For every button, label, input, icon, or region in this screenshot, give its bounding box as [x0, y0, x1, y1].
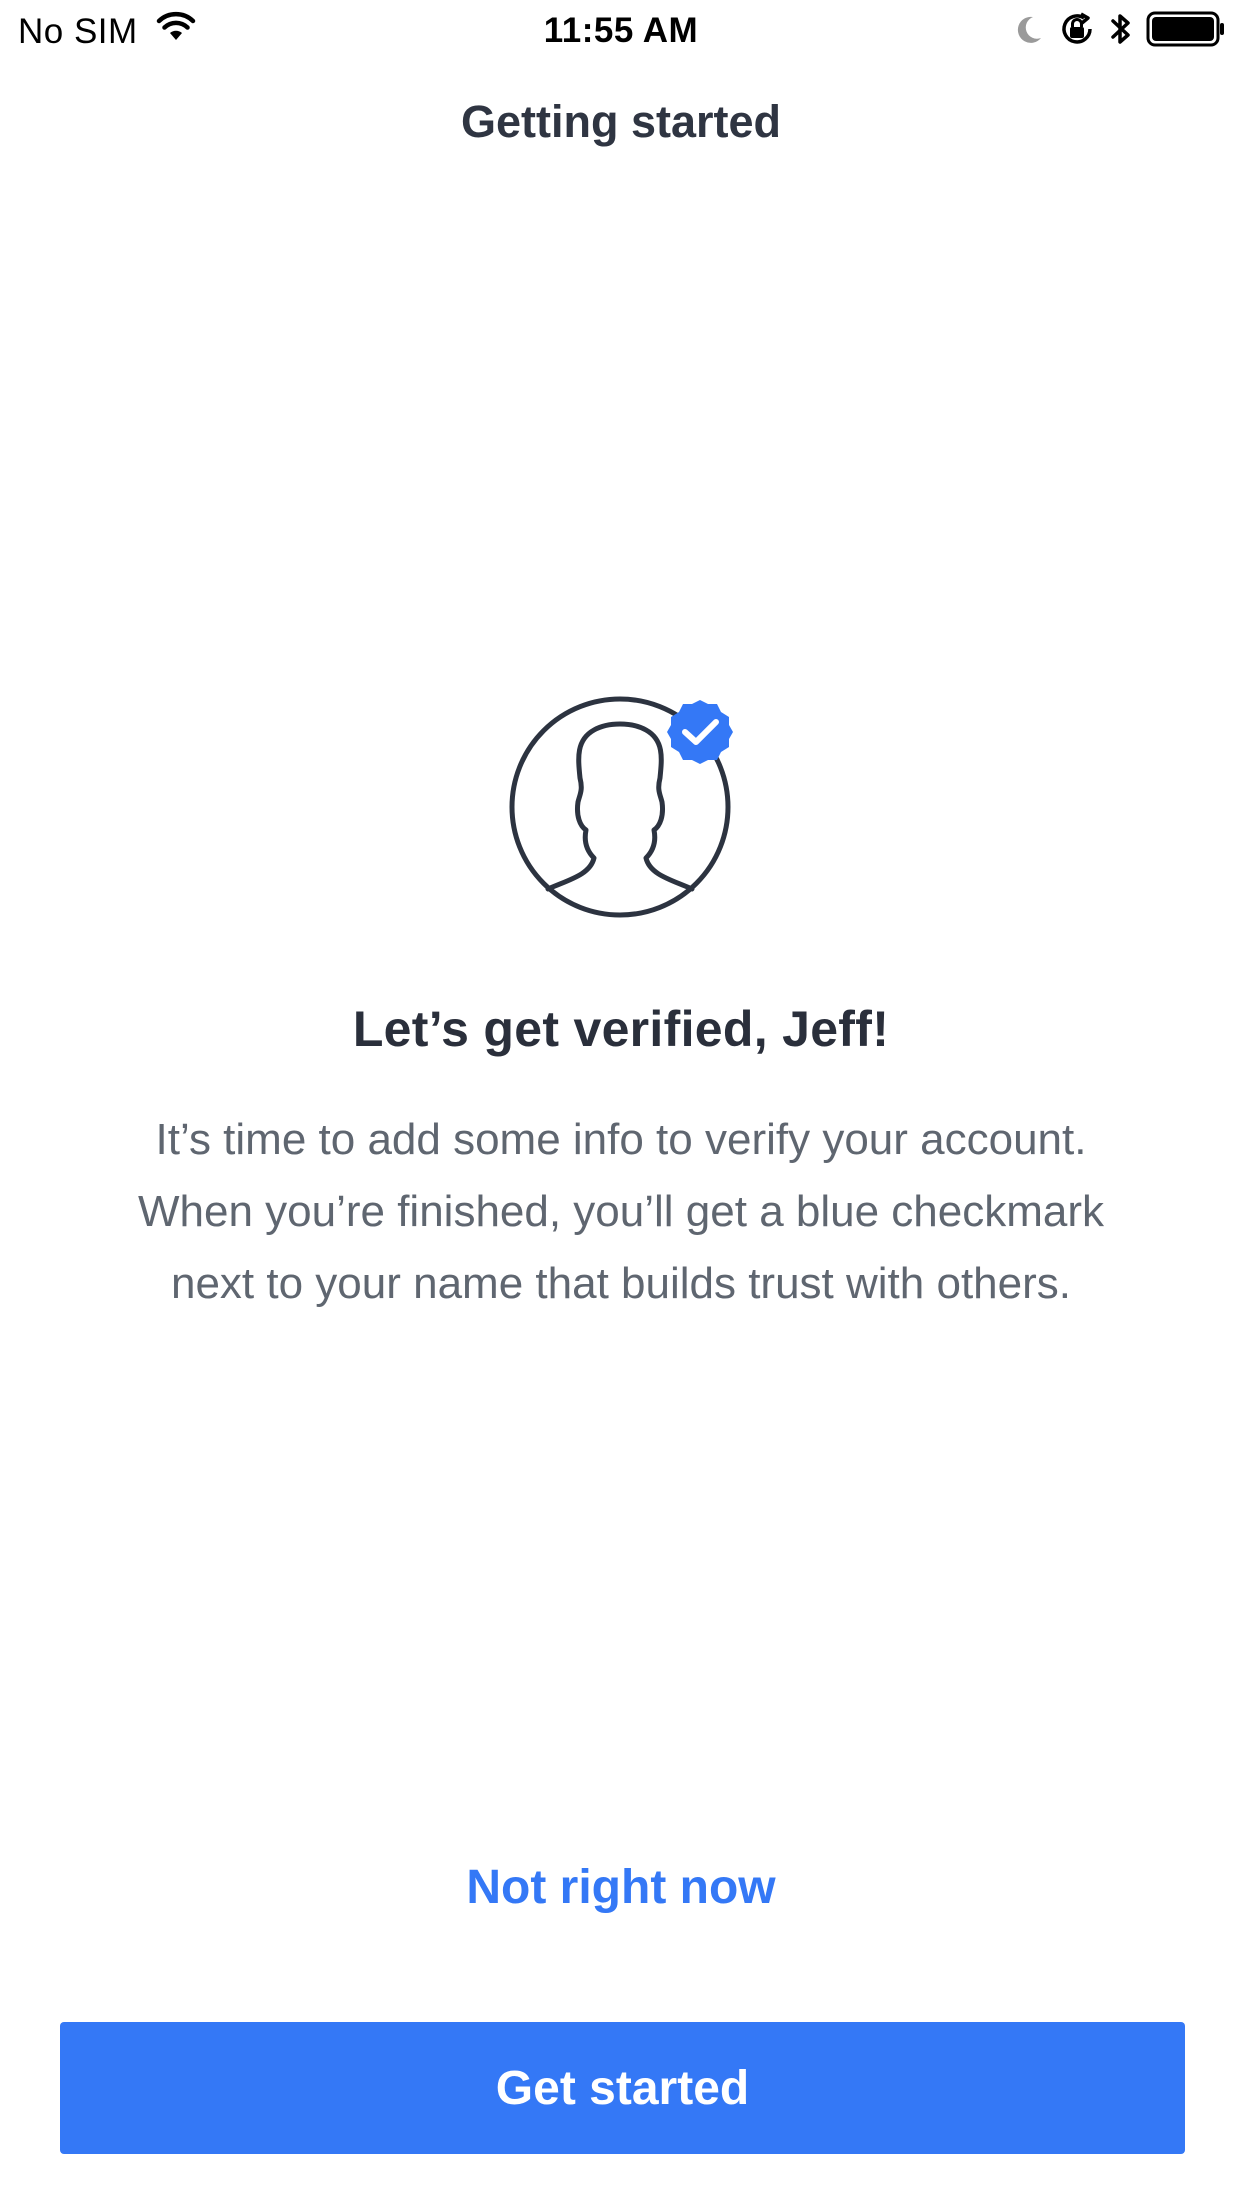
- verified-avatar-icon: [508, 692, 758, 932]
- description-line: When you’re finished, you’ll get a blue …: [137, 1187, 1105, 1236]
- description-line: next to your name that builds trust with…: [170, 1259, 1071, 1308]
- description-line: It’s time to add some info to verify you…: [155, 1115, 1087, 1164]
- page-title: Getting started: [460, 96, 782, 147]
- verification-headline: Let’s get verified, Jeff!: [352, 1001, 890, 1057]
- get-started-label: Get started: [495, 2061, 750, 2115]
- status-bar: No SIM 11:55 AM: [0, 0, 1242, 62]
- rotation-lock-icon: [1058, 10, 1096, 53]
- battery-icon: [1146, 11, 1226, 52]
- verification-description: It’s time to add some info to verify you…: [60, 1104, 1182, 1320]
- bluetooth-icon: [1110, 10, 1132, 53]
- moon-icon: [1014, 13, 1044, 50]
- status-icons: [1014, 10, 1226, 52]
- get-started-button[interactable]: Get started: [60, 2022, 1185, 2154]
- not-right-now-link[interactable]: Not right now: [0, 1860, 1242, 1915]
